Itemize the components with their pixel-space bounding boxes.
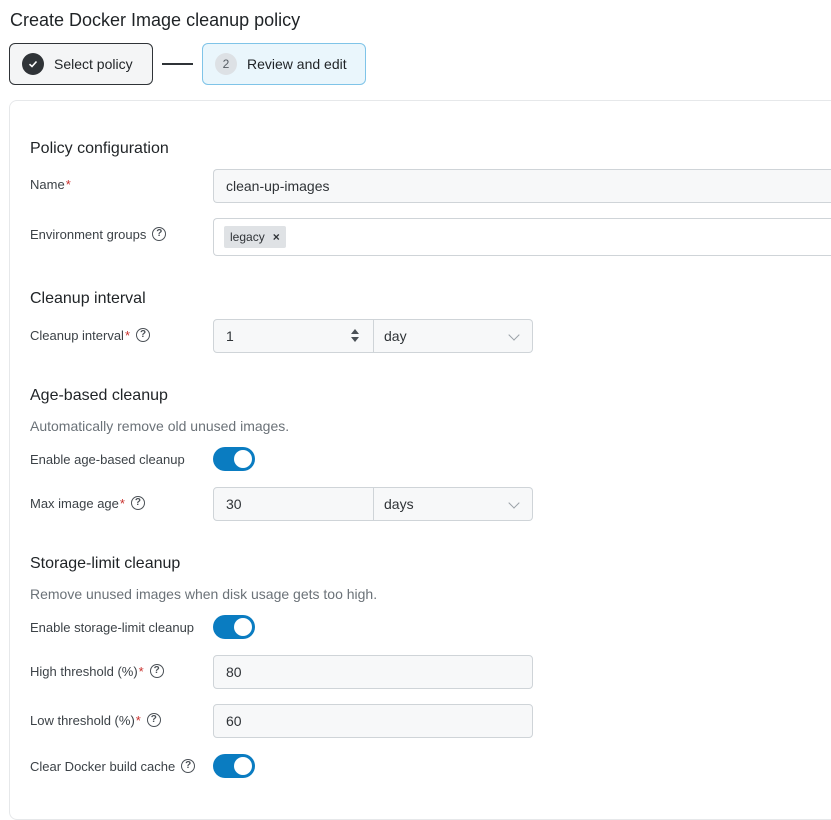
step-number: 2 bbox=[215, 53, 237, 75]
clear-build-cache-label: Clear Docker build cache? bbox=[30, 757, 196, 775]
cleanup-interval-input[interactable]: 1 bbox=[213, 319, 374, 353]
help-icon[interactable]: ? bbox=[146, 713, 161, 727]
name-label: Name * bbox=[30, 176, 71, 192]
low-threshold-label: Low threshold (%) *? bbox=[30, 711, 161, 729]
section-title-policy-configuration: Policy configuration bbox=[30, 140, 169, 157]
required-marker: * bbox=[135, 712, 141, 728]
age-based-description: Automatically remove old unused images. bbox=[30, 418, 290, 434]
max-image-age-control: 30 days bbox=[213, 487, 533, 521]
wizard-stepper: Select policy 2 Review and edit bbox=[9, 43, 366, 85]
required-marker: * bbox=[65, 176, 71, 192]
environment-groups-label: Environment groups? bbox=[30, 225, 167, 243]
high-threshold-input[interactable]: 80 bbox=[213, 655, 533, 689]
help-icon[interactable]: ? bbox=[152, 227, 167, 241]
cleanup-interval-label: Cleanup interval *? bbox=[30, 326, 151, 344]
remove-tag-icon[interactable]: × bbox=[273, 230, 280, 244]
step-select-policy[interactable]: Select policy bbox=[9, 43, 153, 85]
step-label: Review and edit bbox=[247, 56, 347, 72]
step-review-and-edit[interactable]: 2 Review and edit bbox=[202, 43, 366, 85]
max-image-age-unit-select[interactable]: days bbox=[374, 487, 533, 521]
step-connector bbox=[162, 63, 193, 65]
high-threshold-label: High threshold (%) *? bbox=[30, 662, 164, 680]
help-icon[interactable]: ? bbox=[181, 759, 196, 773]
page-title: Create Docker Image cleanup policy bbox=[10, 10, 301, 30]
required-marker: * bbox=[124, 327, 131, 343]
enable-storage-limit-label: Enable storage-limit cleanup bbox=[30, 619, 195, 635]
chevron-down-icon bbox=[508, 497, 520, 509]
help-icon[interactable]: ? bbox=[136, 328, 151, 342]
check-icon bbox=[22, 53, 44, 75]
help-icon[interactable]: ? bbox=[130, 496, 145, 510]
enable-age-based-label: Enable age-based cleanup bbox=[30, 451, 185, 467]
clear-build-cache-toggle[interactable] bbox=[213, 754, 255, 778]
help-icon[interactable]: ? bbox=[149, 664, 164, 678]
section-title-age-based-cleanup: Age-based cleanup bbox=[30, 387, 168, 404]
step-label: Select policy bbox=[54, 56, 133, 72]
max-image-age-label: Max image age *? bbox=[30, 494, 145, 512]
environment-groups-input[interactable]: legacy × bbox=[213, 218, 831, 256]
low-threshold-input[interactable]: 60 bbox=[213, 704, 533, 738]
section-title-storage-limit-cleanup: Storage-limit cleanup bbox=[30, 555, 181, 572]
storage-limit-description: Remove unused images when disk usage get… bbox=[30, 586, 378, 602]
required-marker: * bbox=[119, 495, 125, 511]
cleanup-interval-control: 1 day bbox=[213, 319, 533, 353]
stepper-arrows-icon[interactable] bbox=[351, 329, 359, 342]
enable-age-based-toggle[interactable] bbox=[213, 447, 255, 471]
section-title-cleanup-interval: Cleanup interval bbox=[30, 290, 146, 307]
max-image-age-input[interactable]: 30 bbox=[213, 487, 374, 521]
chevron-down-icon bbox=[508, 329, 520, 341]
cleanup-interval-unit-select[interactable]: day bbox=[374, 319, 533, 353]
name-input[interactable]: clean-up-images bbox=[213, 169, 831, 203]
tag-legacy: legacy × bbox=[224, 226, 286, 248]
enable-storage-limit-toggle[interactable] bbox=[213, 615, 255, 639]
required-marker: * bbox=[138, 663, 144, 679]
